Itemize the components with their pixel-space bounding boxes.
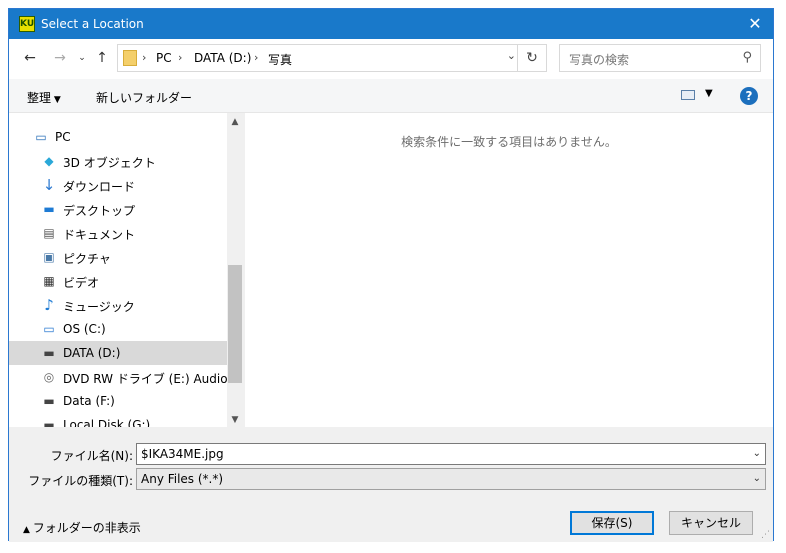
resize-grip-icon[interactable]: ⋰	[761, 530, 771, 540]
breadcrumb-photos[interactable]: 写真	[268, 51, 292, 68]
address-dropdown-chevron-icon[interactable]: ⌄	[507, 49, 516, 62]
tree-item-label: Data (F:)	[63, 394, 115, 408]
tree-item-documents[interactable]: ▤ ドキュメント	[9, 221, 227, 245]
tree-item-label: ビデオ	[63, 276, 100, 290]
tree-scrollbar[interactable]: ▲ ▼	[227, 113, 243, 427]
filename-dropdown-chevron-icon[interactable]: ⌄	[753, 448, 761, 459]
tree-item-data-d[interactable]: ▬ DATA (D:)	[9, 341, 227, 365]
tree-item-label: デスクトップ	[63, 204, 136, 218]
help-icon[interactable]: ?	[740, 87, 758, 105]
cube-3d-icon: ◆	[44, 154, 54, 168]
tree-item-local-disk-g[interactable]: ▬ Local Disk (G:)	[9, 413, 227, 427]
recent-locations-chevron-icon[interactable]: ⌄	[71, 47, 93, 69]
tree-item-label: ピクチャ	[63, 252, 111, 266]
tree-item-label: Local Disk (G:)	[63, 418, 151, 427]
view-dropdown-icon[interactable]: ▼	[705, 88, 713, 99]
tree-item-data-f[interactable]: ▬ Data (F:)	[9, 389, 227, 413]
cancel-button[interactable]: キャンセル	[669, 511, 753, 535]
film-icon: ▦	[43, 274, 55, 288]
drive-icon: ▬	[43, 418, 55, 427]
scrollbar-thumb[interactable]	[228, 265, 242, 383]
breadcrumb-pc[interactable]: PC	[156, 51, 172, 65]
picture-icon: ▣	[43, 250, 55, 264]
hide-folders-toggle[interactable]: ▲ フォルダーの非表示	[23, 519, 141, 536]
up-arrow-icon[interactable]: ↑	[91, 47, 113, 69]
tree-item-label: DVD RW ドライブ (E:) Audio CD	[63, 372, 227, 386]
command-toolbar: 整理 ▼ 新しいフォルダー ▼ ?	[9, 79, 773, 113]
drive-icon: ▬	[43, 346, 55, 360]
tree-item-pictures[interactable]: ▣ ピクチャ	[9, 245, 227, 269]
download-arrow-icon: ↓	[42, 176, 56, 194]
windows-drive-icon: ▭	[43, 322, 55, 336]
breadcrumb-separator-icon: ›	[178, 51, 183, 64]
filetype-dropdown-chevron-icon[interactable]: ⌄	[753, 473, 761, 484]
organize-menu-button[interactable]: 整理 ▼	[27, 89, 61, 106]
tree-item-label: OS (C:)	[63, 322, 106, 336]
forward-arrow-icon[interactable]: →	[49, 47, 71, 69]
breadcrumb-separator-icon: ›	[142, 51, 147, 64]
tree-item-os-c[interactable]: ▭ OS (C:)	[9, 317, 227, 341]
filetype-select[interactable]: Any Files (*.*) ⌄	[136, 468, 766, 490]
filename-value: $IKA34ME.jpg	[141, 447, 224, 461]
new-folder-button[interactable]: 新しいフォルダー	[96, 89, 192, 106]
scroll-down-arrow-icon[interactable]: ▼	[227, 415, 243, 425]
filename-field[interactable]: $IKA34ME.jpg ⌄	[136, 443, 766, 465]
tree-item-pc[interactable]: ▭ PC	[9, 125, 227, 149]
title-bar: KU Select a Location ✕	[9, 9, 773, 39]
tree-item-label: DATA (D:)	[63, 346, 121, 360]
search-icon: ⚲	[742, 50, 752, 65]
navigation-tree: ▭ PC ◆ 3D オブジェクト ↓ ダウンロード ▬ デスクトップ ▤ ドキュ…	[9, 113, 227, 427]
document-icon: ▤	[43, 226, 55, 240]
save-button[interactable]: 保存(S)	[570, 511, 654, 535]
filetype-label: ファイルの種類(T):	[28, 474, 133, 488]
tree-item-label: 3D オブジェクト	[63, 156, 156, 170]
save-form-area: ファイル名(N): $IKA34ME.jpg ⌄ ファイルの種類(T): Any…	[9, 427, 773, 542]
scroll-up-arrow-icon[interactable]: ▲	[227, 117, 243, 127]
app-logo-icon: KU	[19, 16, 35, 32]
file-list-pane[interactable]: 検索条件に一致する項目はありません。	[245, 113, 773, 427]
filetype-value: Any Files (*.*)	[141, 472, 224, 486]
save-dialog: KU Select a Location ✕ ← → ⌄ ↑ › PC › DA…	[8, 8, 774, 542]
hide-folders-label: フォルダーの非表示	[32, 521, 141, 535]
folder-icon	[123, 50, 137, 66]
music-note-icon: ♪	[44, 296, 54, 314]
window-title: Select a Location	[41, 17, 144, 31]
computer-icon: ▭	[35, 130, 47, 144]
tree-item-music[interactable]: ♪ ミュージック	[9, 293, 227, 317]
organize-label: 整理	[27, 91, 52, 105]
cd-drive-icon: ◎	[43, 370, 55, 384]
tree-item-label: ドキュメント	[63, 228, 136, 242]
breadcrumb-separator-icon: ›	[254, 51, 259, 64]
filename-label: ファイル名(N):	[50, 449, 133, 463]
refresh-button[interactable]: ↻	[517, 45, 546, 71]
tree-item-desktop[interactable]: ▬ デスクトップ	[9, 197, 227, 221]
back-arrow-icon[interactable]: ←	[19, 47, 41, 69]
tree-item-dvd-rw-e[interactable]: ◎ DVD RW ドライブ (E:) Audio CD	[9, 365, 227, 389]
dropdown-triangle-icon: ▼	[51, 95, 61, 105]
tree-item-videos[interactable]: ▦ ビデオ	[9, 269, 227, 293]
address-bar[interactable]: › PC › DATA (D:) › 写真 ⌄ ↻	[117, 44, 547, 72]
search-placeholder: 写真の検索	[569, 53, 630, 67]
empty-results-message: 検索条件に一致する項目はありません。	[401, 135, 617, 149]
search-input[interactable]: 写真の検索 ⚲	[559, 44, 761, 72]
drive-icon: ▬	[43, 394, 55, 408]
tree-item-label: ミュージック	[63, 300, 135, 314]
view-options-icon[interactable]	[681, 90, 695, 100]
breadcrumb-data-drive[interactable]: DATA (D:)	[194, 51, 251, 65]
tree-item-label: ダウンロード	[63, 180, 136, 194]
navigation-bar: ← → ⌄ ↑ › PC › DATA (D:) › 写真 ⌄ ↻ 写真の検索 …	[9, 39, 773, 79]
chevron-up-icon: ▲	[23, 525, 33, 535]
tree-item-label: PC	[55, 130, 71, 144]
close-button[interactable]: ✕	[737, 9, 773, 39]
tree-item-downloads[interactable]: ↓ ダウンロード	[9, 173, 227, 197]
tree-item-3d-objects[interactable]: ◆ 3D オブジェクト	[9, 149, 227, 173]
desktop-icon: ▬	[43, 202, 55, 216]
